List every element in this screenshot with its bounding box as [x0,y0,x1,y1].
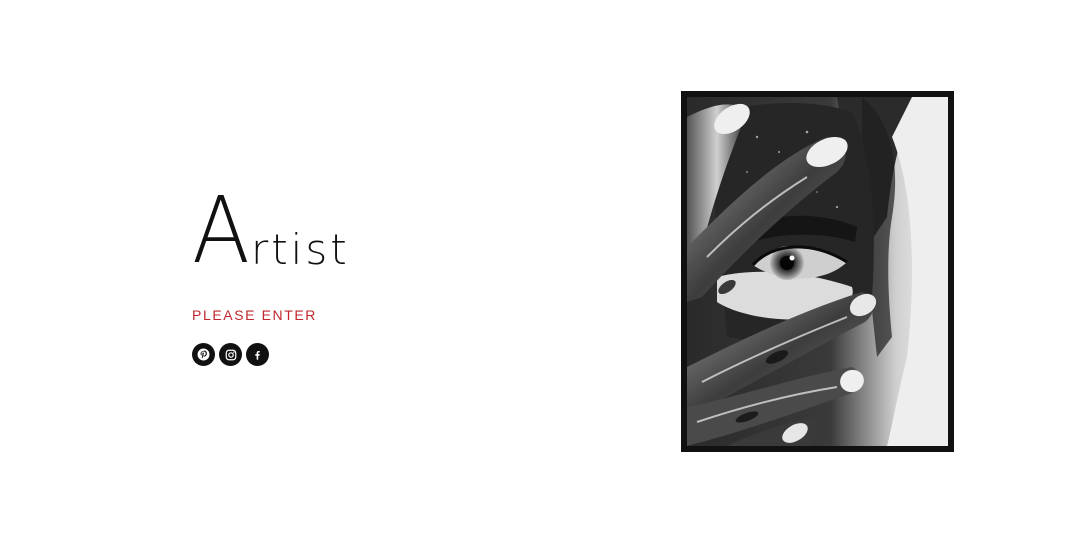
facebook-button[interactable] [246,343,269,366]
hero-text: Artist [192,177,350,284]
please-enter-link[interactable]: PLEASE ENTER [192,307,317,323]
title-rest: rtist [250,224,350,274]
site-title: Artist [192,177,350,284]
title-initial-letter: A [192,177,252,284]
instagram-icon [225,349,236,360]
pinterest-icon [197,348,210,361]
landing-page: Artist PLEASE ENTER [0,0,1090,542]
instagram-button[interactable] [219,343,242,366]
portrait-photo [687,97,948,446]
pinterest-button[interactable] [192,343,215,366]
facebook-icon [255,350,260,360]
portrait-frame [681,91,954,452]
social-links [192,343,269,366]
